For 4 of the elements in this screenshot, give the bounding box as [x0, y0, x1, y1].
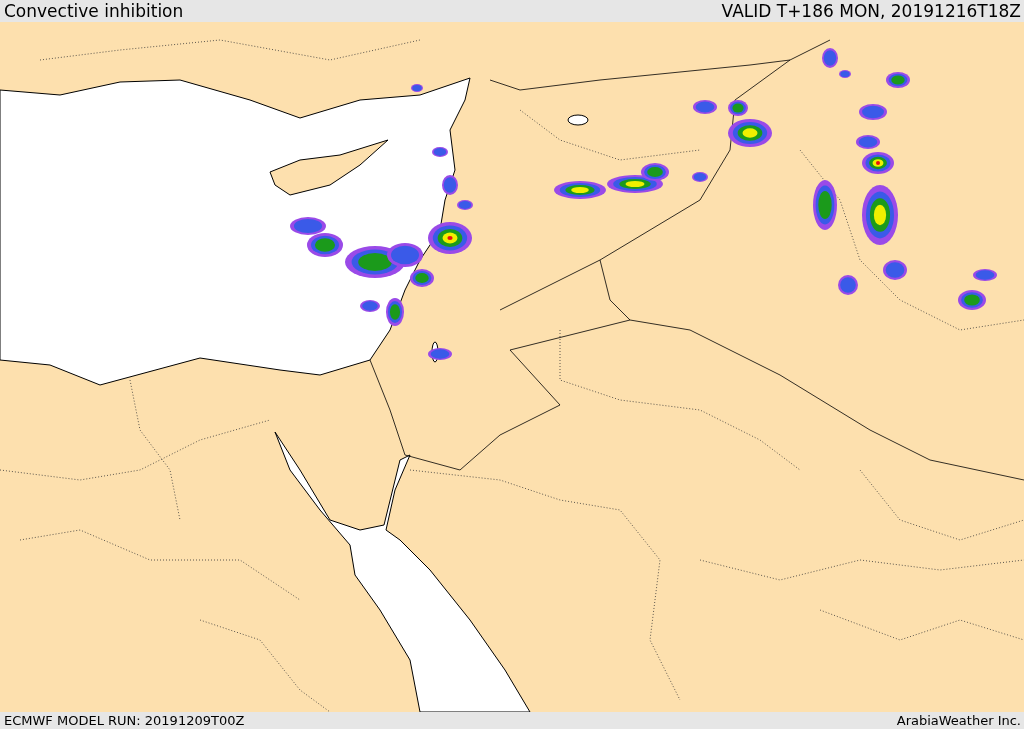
- credit: ArabiaWeather Inc.: [896, 713, 1021, 728]
- valid-time: VALID T+186 MON, 20191216T18Z: [721, 1, 1021, 21]
- model-run: ECMWF MODEL RUN: 20191209T00Z: [4, 713, 245, 728]
- map-title: Convective inhibition: [4, 1, 184, 21]
